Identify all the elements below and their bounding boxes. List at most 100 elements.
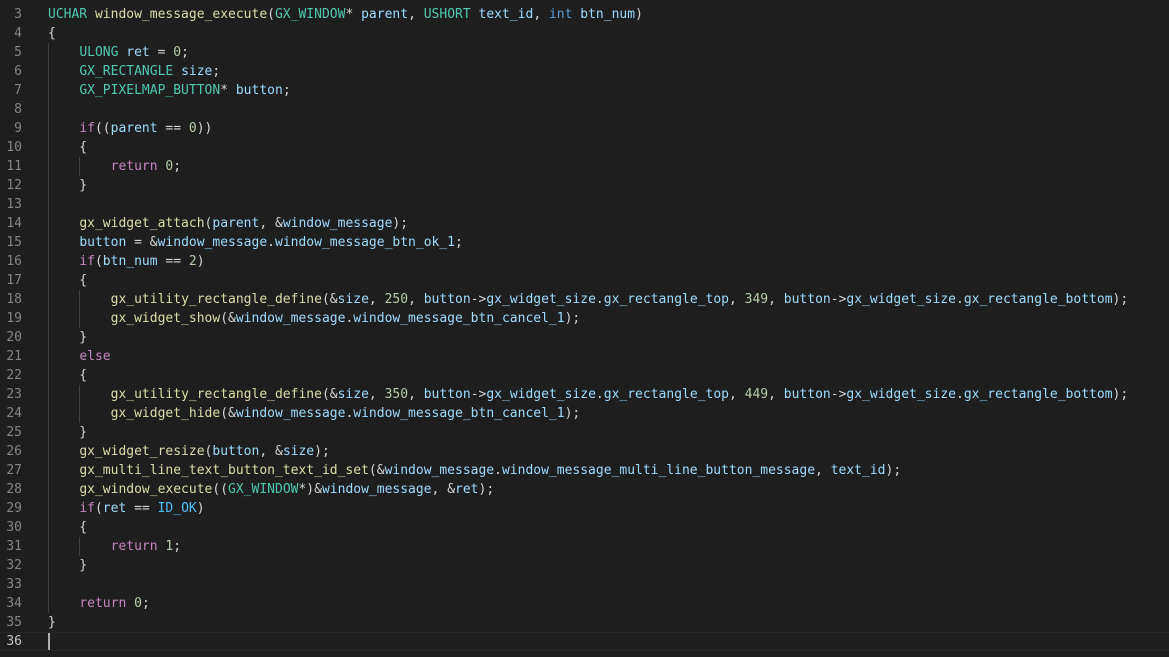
code-token: btn_num <box>580 7 636 22</box>
code-token: 0 <box>188 121 197 136</box>
code-line[interactable]: 26 gx_widget_resize(button, &size); <box>0 442 1169 461</box>
line-number: 30 <box>6 520 22 535</box>
code-token: { <box>48 368 88 383</box>
code-token: , <box>815 463 831 478</box>
code-token: button <box>783 387 831 402</box>
code-token: * <box>345 7 362 22</box>
code-line[interactable]: 3 UCHAR window_message_execute(GX_WINDOW*… <box>0 5 1169 24</box>
code-line[interactable]: 12 } <box>0 176 1169 195</box>
code-line[interactable]: 35} <box>0 613 1169 632</box>
code-token: (& <box>321 387 338 402</box>
code-token: * <box>220 83 236 98</box>
code-line[interactable]: 36 <box>0 632 1169 651</box>
code-line[interactable]: 18 gx_utility_rectangle_define(&size, 25… <box>0 290 1169 309</box>
code-token: ) <box>196 254 205 269</box>
code-line[interactable]: 28 gx_window_execute((GX_WINDOW*)&window… <box>0 480 1169 499</box>
code-token: window_message <box>157 235 268 250</box>
code-line[interactable]: 15 button = &window_message.window_messa… <box>0 233 1169 252</box>
code-token: gx_multi_line_text_button_text_id_set <box>79 463 369 478</box>
code-line[interactable]: 11 return 0; <box>0 157 1169 176</box>
line-number: 7 <box>14 83 22 98</box>
code-line[interactable]: 31 return 1; <box>0 537 1169 556</box>
code-line[interactable]: 17 { <box>0 271 1169 290</box>
code-token: return <box>110 539 158 554</box>
line-number: 35 <box>6 615 22 630</box>
code-line[interactable]: 13 <box>0 195 1169 214</box>
code-line[interactable]: 30 { <box>0 518 1169 537</box>
line-number: 29 <box>6 501 22 516</box>
code-line[interactable]: 14 gx_widget_attach(parent, &window_mess… <box>0 214 1169 233</box>
code-line[interactable]: 7 GX_PIXELMAP_BUTTON* button; <box>0 81 1169 100</box>
code-line[interactable]: 4{ <box>0 24 1169 43</box>
line-number: 12 <box>6 178 22 193</box>
code-line[interactable]: 6 GX_RECTANGLE size; <box>0 62 1169 81</box>
code-text: } <box>48 176 87 195</box>
code-line[interactable]: 27 gx_multi_line_text_button_text_id_set… <box>0 461 1169 480</box>
line-number: 17 <box>6 273 22 288</box>
code-line[interactable]: 10 { <box>0 138 1169 157</box>
code-token: text_id <box>478 7 534 22</box>
line-number: 9 <box>14 121 22 136</box>
code-editor[interactable]: 3 UCHAR window_message_execute(GX_WINDOW*… <box>0 0 1169 657</box>
code-token: if <box>79 121 95 136</box>
code-token: button <box>212 444 260 459</box>
code-token: == <box>126 501 158 516</box>
line-number: 33 <box>6 577 22 592</box>
code-token: (( <box>212 482 229 497</box>
code-token: ret <box>455 482 479 497</box>
code-line[interactable]: 5 ULONG ret = 0; <box>0 43 1169 62</box>
code-text: ULONG ret = 0; <box>48 43 189 62</box>
code-line[interactable]: 22 { <box>0 366 1169 385</box>
code-line[interactable]: 25 } <box>0 423 1169 442</box>
code-text: } <box>48 423 87 442</box>
line-number: 22 <box>6 368 22 383</box>
code-token: , & <box>431 482 456 497</box>
code-line[interactable]: 16 if(btn_num == 2) <box>0 252 1169 271</box>
code-line[interactable]: 19 gx_widget_show(&window_message.window… <box>0 309 1169 328</box>
code-line[interactable]: 29 if(ret == ID_OK) <box>0 499 1169 518</box>
code-line[interactable]: 23 gx_utility_rectangle_define(&size, 35… <box>0 385 1169 404</box>
code-line[interactable]: 34 return 0; <box>0 594 1169 613</box>
code-text: gx_window_execute((GX_WINDOW*)&window_me… <box>48 480 494 499</box>
code-token: button <box>79 235 127 250</box>
code-text: if(btn_num == 2) <box>48 252 205 271</box>
code-line[interactable]: 8 <box>0 100 1169 119</box>
code-line[interactable]: 21 else <box>0 347 1169 366</box>
code-line[interactable]: 9 if((parent == 0)) <box>0 119 1169 138</box>
code-token: return <box>110 159 158 174</box>
code-token: GX_PIXELMAP_BUTTON <box>79 83 221 98</box>
code-token: { <box>48 26 56 41</box>
code-token: ); <box>478 482 495 497</box>
line-number: 26 <box>6 444 22 459</box>
code-token: , <box>728 292 745 307</box>
code-line[interactable]: 20 } <box>0 328 1169 347</box>
code-text: GX_RECTANGLE size; <box>48 62 220 81</box>
code-text: { <box>48 518 87 537</box>
code-line[interactable]: 24 gx_widget_hide(&window_message.window… <box>0 404 1169 423</box>
code-token: , <box>408 7 424 22</box>
code-line[interactable]: 33 <box>0 575 1169 594</box>
code-token: ; <box>212 64 221 79</box>
code-text: else <box>48 347 110 366</box>
line-number: 8 <box>14 102 22 117</box>
code-line[interactable]: 32 } <box>0 556 1169 575</box>
code-token: ) <box>635 7 643 22</box>
line-number: 21 <box>6 349 22 364</box>
code-token: { <box>48 273 88 288</box>
code-token: ; <box>141 596 150 611</box>
line-number: 18 <box>6 292 22 307</box>
code-token: { <box>48 520 88 535</box>
line-number: 6 <box>14 64 22 79</box>
code-token: window_message_btn_cancel_1 <box>353 311 565 326</box>
code-token: ULONG <box>79 45 119 60</box>
